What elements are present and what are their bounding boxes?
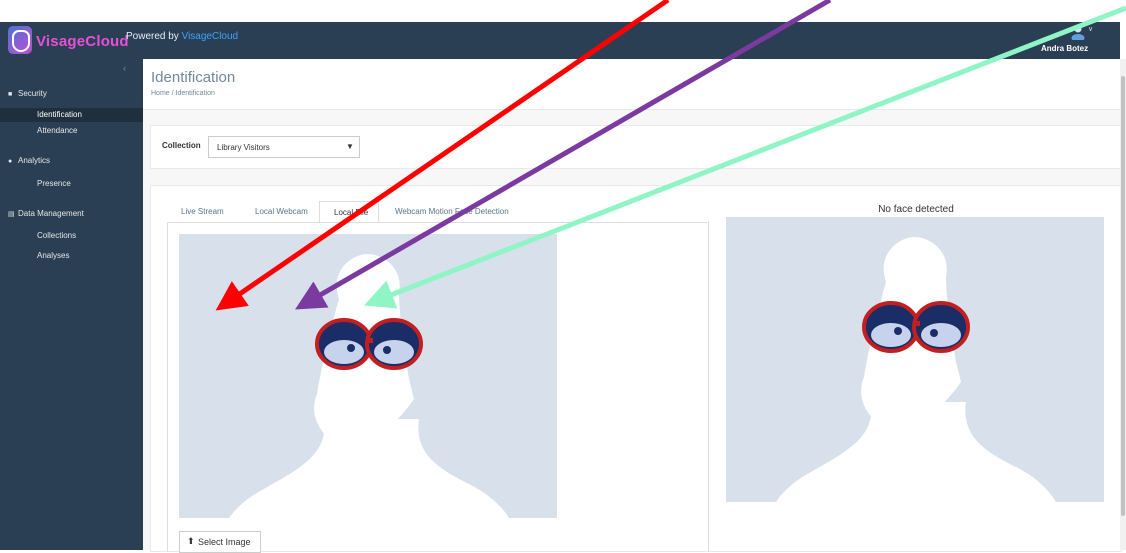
select-image-label: Select Image [198,537,251,547]
collection-selected-value: Library Visitors [217,143,270,152]
sidebar-section-label: Security [18,89,47,98]
sidebar-section-label: Data Management [18,209,84,218]
top-navbar: VisageCloud Powered by VisageCloud ∨ And… [0,22,1120,59]
sidebar-item-label: Attendance [37,126,78,135]
sidebar-section-label: Analytics [18,156,51,165]
sidebar-item-collections[interactable]: Collections [0,229,143,243]
page-scrollbar-thumb[interactable] [1121,76,1125,516]
upload-icon: ⬆ [187,536,195,546]
sidebar-item-label: Presence [37,179,71,188]
user-avatar-icon[interactable] [1070,24,1086,40]
collection-panel: Collection Library Visitors ▼ [150,125,1122,169]
user-name[interactable]: Andra Botez [1041,44,1088,53]
collection-label: Collection [162,141,201,150]
sidebar-collapse-icon[interactable]: ‹ [123,63,126,73]
sidebar-item-attendance[interactable]: Attendance [0,124,143,138]
sidebar-item-analyses[interactable]: Analyses [0,249,143,263]
sidebar-item-label: Identification [37,110,82,119]
powered-by-prefix: Powered by [126,31,182,42]
tab-live-stream[interactable]: Live Stream [167,201,233,221]
tab-local-file[interactable]: Local File [319,201,379,223]
visagecloud-logo-icon[interactable] [8,26,32,54]
powered-by-text: Powered by VisageCloud [126,31,238,42]
main-content: Identification Home / Identification Col… [143,59,1122,553]
tab-label: Local File [334,208,369,217]
collection-select[interactable]: Library Visitors ▼ [208,136,360,158]
tab-local-webcam[interactable]: Local Webcam [239,201,319,221]
breadcrumb-home[interactable]: Home [151,90,170,97]
page-title: Identification [151,69,236,86]
sidebar-item-identification[interactable]: Identification [0,108,143,122]
table-icon: ▤ [8,211,15,218]
camera-icon: ■ [8,91,13,98]
brand-name[interactable]: VisageCloud [36,33,129,50]
sidebar-section-data-management[interactable]: ▤ Data Management [8,209,84,218]
sidebar: ‹ ■ Security Identification Attendance ● A… [0,59,143,550]
tab-label: Local Webcam [255,207,308,216]
breadcrumb-current: Identification [175,90,215,97]
sidebar-item-label: Collections [37,231,77,240]
dropdown-caret-icon: ▼ [346,142,354,151]
detection-result-text: No face detected [878,204,954,215]
sidebar-section-analytics[interactable]: ● Analytics [8,156,50,165]
uploaded-image-preview [179,234,557,518]
tab-webcam-motion-face-detection[interactable]: Webcam Motion Face Detection [381,201,531,221]
detection-result-image [726,217,1104,502]
breadcrumb: Home / Identification [151,90,215,97]
sidebar-section-security[interactable]: ■ Security [8,89,47,98]
tab-label: Live Stream [181,207,224,216]
sidebar-item-label: Analyses [37,251,70,260]
user-menu-chevron-icon[interactable]: ∨ [1088,25,1093,33]
identification-panel: Live Stream Local Webcam Local File Webc… [150,185,1122,553]
sidebar-item-presence[interactable]: Presence [0,177,143,191]
page-header: Identification Home / Identification [143,59,1120,110]
pie-icon: ● [8,158,13,165]
powered-by-link[interactable]: VisageCloud [182,31,239,42]
tab-label: Webcam Motion Face Detection [395,207,509,216]
breadcrumb-separator: / [171,90,174,97]
